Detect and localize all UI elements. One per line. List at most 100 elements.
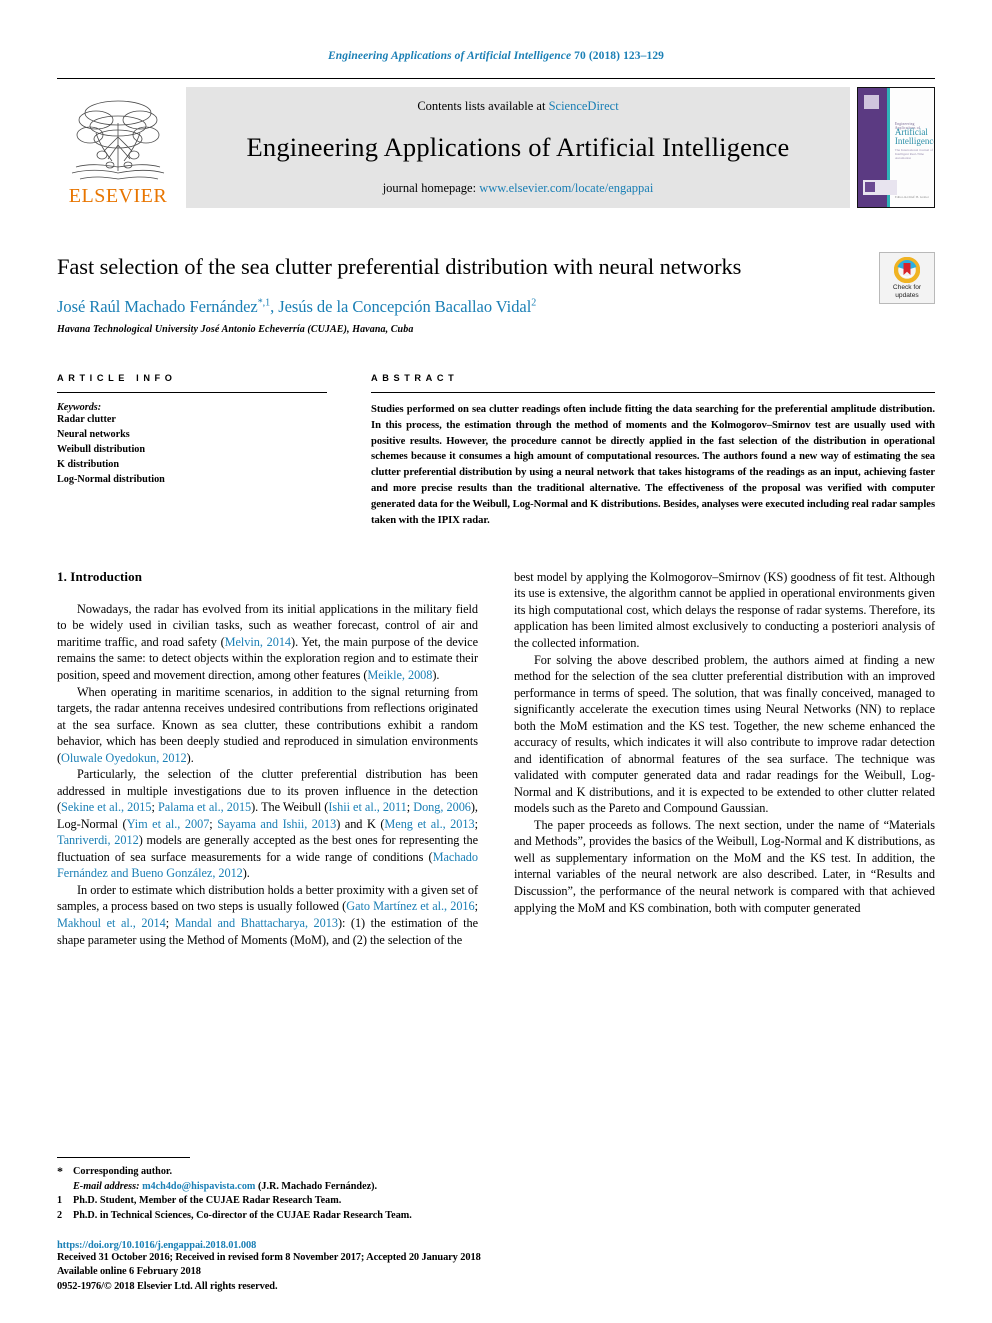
contents-prefix: Contents lists available at [417,99,546,113]
crossmark-badge[interactable]: Check for updates [879,252,935,304]
affiliation: Havana Technological University José Ant… [57,323,414,335]
footnote-email: E-mail address: m4ch4do@hispavista.com (… [57,1180,497,1194]
doi-link[interactable]: https://doi.org/10.1016/j.engappai.2018.… [57,1240,577,1251]
footnote-divider [57,1157,190,1159]
body-paragraph: For solving the above described problem,… [514,652,935,817]
body-paragraph: Particularly, the selection of the clutt… [57,766,478,882]
abstract-divider [371,391,935,393]
received-dates: Received 31 October 2016; Received in re… [57,1251,481,1263]
crossmark-icon [894,256,920,283]
footnote-marker: * [57,1164,63,1179]
paragraph-text: ; [474,816,478,831]
running-head-journal: Engineering Applications of Artificial I… [327,50,572,62]
citation-link[interactable]: Sayama and Ishii, 2013 [217,817,336,831]
keyword-item: Log-Normal distribution [57,473,165,485]
email-link[interactable]: m4ch4do@hispavista.com [142,1181,255,1192]
body-paragraph: best model by applying the Kolmogorov–Sm… [514,569,935,652]
available-online-date: Available online 6 February 2018 [57,1266,201,1278]
citation-link[interactable]: Ishii et al., 2011 [328,800,406,814]
running-head: Engineering Applications of Artificial I… [57,0,935,62]
body-column-left: 1. Introduction Nowadays, the radar has … [57,569,478,948]
citation-link[interactable]: Tanriverdi, 2012 [57,833,139,847]
keyword-item: K distribution [57,458,119,470]
body-column-right: best model by applying the Kolmogorov–Sm… [514,569,935,948]
author-1-name[interactable]: José Raúl Machado Fernández [57,297,258,316]
paragraph-text: ). [186,750,194,765]
cover-top-logo-icon [864,95,879,109]
keywords-label: Keywords: [57,401,102,413]
citation-link[interactable]: Yim et al., 2007 [127,817,210,831]
article-info-divider [57,391,327,393]
keyword-item: Radar clutter [57,413,116,425]
article-info-column: ARTICLE INFO Keywords: Radar clutter Neu… [57,373,327,529]
body-paragraph: The paper proceeds as follows. The next … [514,817,935,916]
abstract-heading: ABSTRACT [371,372,459,383]
keyword-item: Neural networks [57,428,130,440]
footnote-text: Ph.D. in Technical Sciences, Co-director… [73,1209,412,1221]
citation-link[interactable]: Melvin, 2014 [225,635,291,649]
citation-link[interactable]: Meng et al., 2013 [384,817,474,831]
author-2-marks: 2 [531,297,537,309]
abstract-text: Studies performed on sea clutter reading… [371,403,936,526]
body-columns: 1. Introduction Nowadays, the radar has … [57,569,935,948]
cover-title-line2: Intelligence [894,136,935,147]
author-2-name[interactable]: Jesús de la Concepción Bacallao Vidal [278,297,531,316]
page-title: Fast selection of the sea clutter prefer… [57,254,742,279]
citation-link[interactable]: Meikle, 2008 [367,668,432,682]
paragraph-text: ). [432,668,440,682]
paragraph-text: For solving the above described problem,… [514,652,935,816]
article-info-heading: ARTICLE INFO [57,372,177,383]
author-list: José Raúl Machado Fernández*,1, Jesús de… [57,297,935,317]
publication-meta: https://doi.org/10.1016/j.engappai.2018.… [57,1240,577,1295]
paragraph-text: ; [165,915,175,930]
introduction-paragraphs-left: Nowadays, the radar has evolved from its… [57,601,478,948]
paragraph-text: ). The Weibull ( [251,800,329,815]
crossmark-label-line1: Check for [892,283,922,291]
body-paragraph: When operating in maritime scenarios, in… [57,684,478,767]
contents-lists-line: Contents lists available at ScienceDirec… [417,99,618,114]
footnote-corresponding-author: * Corresponding author. [57,1165,497,1179]
journal-cover-thumbnail: Engineering Applications of Artificial I… [857,87,935,208]
sciencedirect-link[interactable]: ScienceDirect [549,99,619,113]
citation-link[interactable]: Makhoul et al., 2014 [57,916,166,930]
citation-link[interactable]: Mandal and Bhattacharya, 2013 [175,916,338,930]
elsevier-logo: ELSEVIER [57,87,179,208]
citation-link[interactable]: Oluwale Oyedokun, 2012 [61,751,187,765]
paragraph-text: ). [242,866,250,881]
cover-title: Artificial Intelligence [894,127,935,147]
body-paragraph: In order to estimate which distribution … [57,882,478,948]
homepage-prefix: journal homepage: [382,180,477,195]
email-owner: (J.R. Machado Fernández). [257,1180,378,1192]
keyword-item: Weibull distribution [57,443,146,455]
elsevier-wordmark: ELSEVIER [68,185,168,207]
cover-ifac-logo-icon [863,180,897,195]
elsevier-tree-icon [71,100,165,180]
citation-link[interactable]: Sekine et al., 2015 [61,800,152,814]
email-label: E-mail address: [73,1180,140,1192]
journal-homepage-line: journal homepage: www.elsevier.com/locat… [383,181,654,196]
info-abstract-row: ARTICLE INFO Keywords: Radar clutter Neu… [57,373,935,529]
body-paragraph: Nowadays, the radar has evolved from its… [57,601,478,684]
citation-link[interactable]: Dong, 2006 [413,800,471,814]
author-1-marks: *,1 [257,297,271,309]
paragraph-text: ) and K ( [336,816,385,831]
journal-title: Engineering Applications of Artificial I… [246,131,790,162]
copyright-line: 0952-1976/© 2018 Elsevier Ltd. All right… [57,1281,278,1293]
cover-footer: Editor-in-Chief: B. Grabot [894,195,929,199]
paper-page: Engineering Applications of Artificial I… [0,0,992,1323]
paragraph-text: best model by applying the Kolmogorov–Sm… [514,569,935,650]
running-head-volume: 70 (2018) 123–129 [574,50,665,62]
footnote-marker: 1 [57,1195,63,1207]
section-title-introduction: 1. Introduction [57,568,143,584]
footnotes-block: * Corresponding author. E-mail address: … [57,1157,497,1223]
cover-subtitle: The International Journal of Intelligent… [894,148,933,160]
footnote-text: Corresponding author. [73,1166,173,1178]
author-separator: , [270,296,279,316]
citation-link[interactable]: Gato Martínez et al., 2016 [346,899,474,913]
citation-link[interactable]: Palama et al., 2015 [158,800,251,814]
footnote-marker: 2 [57,1209,63,1221]
footnote-text: Ph.D. Student, Member of the CUJAE Radar… [73,1195,342,1207]
banner-center: Contents lists available at ScienceDirec… [186,87,850,208]
homepage-url-link[interactable]: www.elsevier.com/locate/engappai [479,181,653,195]
paragraph-text: The paper proceeds as follows. The next … [514,817,935,915]
